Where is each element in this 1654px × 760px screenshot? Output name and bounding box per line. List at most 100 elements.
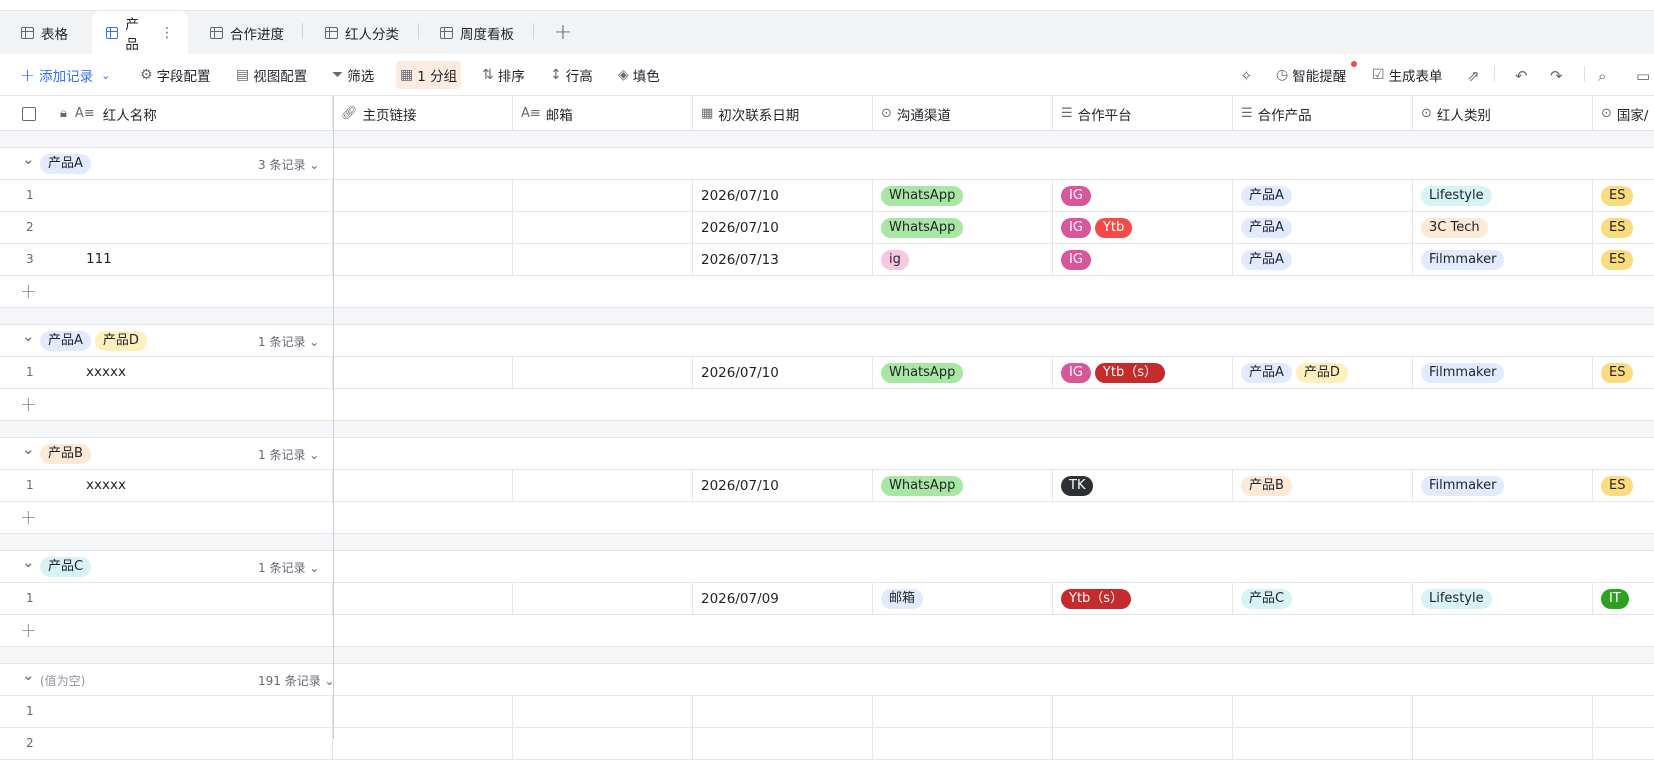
group-record-count[interactable]: 3 条记录 ⌄ xyxy=(258,156,319,173)
add-row-button[interactable]: + xyxy=(0,615,1654,647)
chevron-down-icon[interactable]: ⌄ xyxy=(22,440,35,458)
cell-category[interactable]: Filmmaker xyxy=(1413,470,1593,501)
undo-icon[interactable]: ↶ xyxy=(1515,67,1528,85)
cell-platform[interactable] xyxy=(1053,728,1233,759)
cell-name[interactable]: 1 xxxxx xyxy=(0,357,333,388)
add-record-button[interactable]: + 添加记录 ⌄ xyxy=(16,61,114,89)
add-view-button[interactable]: + xyxy=(551,11,575,54)
group-record-count[interactable]: 1 条记录 ⌄ xyxy=(258,333,319,350)
select-all-checkbox[interactable] xyxy=(22,106,36,121)
cell-email[interactable] xyxy=(513,696,693,727)
table-row[interactable]: 1 xxxxx 2026/07/10 WhatsApp TK 产品B Filmmaker ES xyxy=(0,470,1654,502)
cell-email[interactable] xyxy=(513,470,693,501)
cell-name[interactable]: 1 xxxxx xyxy=(0,470,333,501)
add-row-button[interactable]: + xyxy=(0,389,1654,421)
cell-first-contact-date[interactable]: 2026/07/10 xyxy=(693,180,873,211)
group-header[interactable]: ⌄ 产品A 3 条记录 ⌄ xyxy=(0,148,1654,180)
cell-country[interactable]: ES xyxy=(1593,180,1654,211)
chevron-down-icon[interactable]: ⌄ xyxy=(22,150,35,168)
group-button[interactable]: ▦ 1 分组 xyxy=(396,61,462,89)
cell-product[interactable]: 产品A xyxy=(1233,244,1413,275)
cell-category[interactable]: Lifestyle xyxy=(1413,180,1593,211)
cell-email[interactable] xyxy=(513,583,693,614)
table-row[interactable]: 1 xxxxx 2026/07/10 WhatsApp IG Ytb（s） 产品A 产品D Fi… xyxy=(0,357,1654,389)
redo-icon[interactable]: ↷ xyxy=(1550,67,1563,85)
filter-button[interactable]: ⏷ 筛选 xyxy=(328,61,378,89)
fill-color-button[interactable]: ◈ 填色 xyxy=(614,61,664,89)
cell-email[interactable] xyxy=(513,212,693,243)
group-record-count[interactable]: 1 条记录 ⌄ xyxy=(258,446,319,463)
column-header-country[interactable]: ⊙ 国家/ xyxy=(1593,96,1654,131)
cell-country[interactable]: ES xyxy=(1593,470,1654,501)
add-row-button[interactable]: + xyxy=(0,276,1654,308)
group-record-count[interactable]: 191 条记录 ⌄ xyxy=(258,672,335,689)
cell-email[interactable] xyxy=(513,728,693,759)
cell-category[interactable]: 3C Tech xyxy=(1413,212,1593,243)
cell-product[interactable] xyxy=(1233,696,1413,727)
cell-first-contact-date[interactable]: 2026/07/10 xyxy=(693,212,873,243)
cell-channel[interactable] xyxy=(873,696,1053,727)
cell-first-contact-date[interactable]: 2026/07/13 xyxy=(693,244,873,275)
cell-homepage[interactable] xyxy=(333,583,513,614)
group-header[interactable]: ⌄ 产品A 产品D 1 条记录 ⌄ xyxy=(0,325,1654,357)
cell-country[interactable]: IT xyxy=(1593,583,1654,614)
cell-name[interactable]: 3 111 xyxy=(0,244,333,275)
cell-category[interactable]: Filmmaker xyxy=(1413,357,1593,388)
cell-homepage[interactable] xyxy=(333,357,513,388)
cell-channel[interactable]: WhatsApp xyxy=(873,212,1053,243)
cell-product[interactable] xyxy=(1233,728,1413,759)
cell-product[interactable]: 产品A xyxy=(1233,180,1413,211)
cell-channel[interactable]: WhatsApp xyxy=(873,357,1053,388)
cell-email[interactable] xyxy=(513,244,693,275)
cell-product[interactable]: 产品A 产品D xyxy=(1233,357,1413,388)
chevron-down-icon[interactable]: ⌄ xyxy=(101,69,110,82)
cell-platform[interactable]: Ytb（s） xyxy=(1053,583,1233,614)
chevron-down-icon[interactable]: ⌄ xyxy=(22,327,35,345)
cell-channel[interactable]: WhatsApp xyxy=(873,470,1053,501)
column-header-category[interactable]: ⊙ 红人类别 xyxy=(1413,96,1593,131)
comment-icon[interactable]: ▭ xyxy=(1636,67,1650,85)
cell-country[interactable] xyxy=(1593,696,1654,727)
cell-product[interactable]: 产品B xyxy=(1233,470,1413,501)
cell-category[interactable] xyxy=(1413,696,1593,727)
chevron-down-icon[interactable]: ⌄ xyxy=(22,553,35,571)
cell-name[interactable]: 1 xyxy=(0,583,333,614)
cell-first-contact-date[interactable]: 2026/07/10 xyxy=(693,357,873,388)
cell-first-contact-date[interactable]: 2026/07/10 xyxy=(693,470,873,501)
column-header-name[interactable]: 🔒︎ A≡ 红人名称 xyxy=(0,96,333,131)
cell-email[interactable] xyxy=(513,357,693,388)
cell-name[interactable]: 1 xyxy=(0,696,333,727)
cell-homepage[interactable] xyxy=(333,728,513,759)
search-records-icon[interactable]: ⌕ xyxy=(1598,67,1606,85)
sort-button[interactable]: ⇅ 排序 xyxy=(478,61,529,89)
tab-weekly-board[interactable]: 周度看板 xyxy=(440,11,514,54)
row-height-button[interactable]: ↕ 行高 xyxy=(546,61,597,89)
chevron-down-icon[interactable]: ⌄ xyxy=(22,666,35,684)
field-config-button[interactable]: ⚙ 字段配置 xyxy=(136,61,215,89)
cell-homepage[interactable] xyxy=(333,470,513,501)
column-header-product[interactable]: ☰ 合作产品 xyxy=(1233,96,1413,131)
cell-channel[interactable] xyxy=(873,728,1053,759)
cell-name[interactable]: 1 xyxy=(0,180,333,211)
tab-table[interactable]: 表格 xyxy=(21,11,68,54)
table-row[interactable]: 1 2026/07/09 邮箱 Ytb（s） 产品C Lifestyle IT xyxy=(0,583,1654,615)
cell-category[interactable] xyxy=(1413,728,1593,759)
cell-homepage[interactable] xyxy=(333,212,513,243)
cell-channel[interactable]: ig xyxy=(873,244,1053,275)
tab-product[interactable]: 产品 ⋮ xyxy=(92,11,188,54)
smart-reminder-button[interactable]: ◷ 智能提醒 xyxy=(1272,61,1350,89)
share-icon[interactable]: ⇗ xyxy=(1467,67,1480,85)
cell-channel[interactable]: 邮箱 xyxy=(873,583,1053,614)
table-row[interactable]: 1 2026/07/10 WhatsApp IG 产品A Lifestyle ES xyxy=(0,180,1654,212)
table-row[interactable]: 2 2026/07/10 WhatsApp IG Ytb 产品A 3C Tech ES xyxy=(0,212,1654,244)
sparkle-icon[interactable]: ✧ xyxy=(1240,67,1253,85)
cell-platform[interactable]: IG xyxy=(1053,244,1233,275)
cell-country[interactable]: ES xyxy=(1593,212,1654,243)
table-row[interactable]: 3 111 2026/07/13 ig IG 产品A Filmmaker ES xyxy=(0,244,1654,276)
cell-platform[interactable]: TK xyxy=(1053,470,1233,501)
table-row[interactable]: 2 xyxy=(0,728,1654,760)
cell-channel[interactable]: WhatsApp xyxy=(873,180,1053,211)
cell-country[interactable] xyxy=(1593,728,1654,759)
cell-homepage[interactable] xyxy=(333,180,513,211)
cell-name[interactable]: 2 xyxy=(0,728,333,759)
